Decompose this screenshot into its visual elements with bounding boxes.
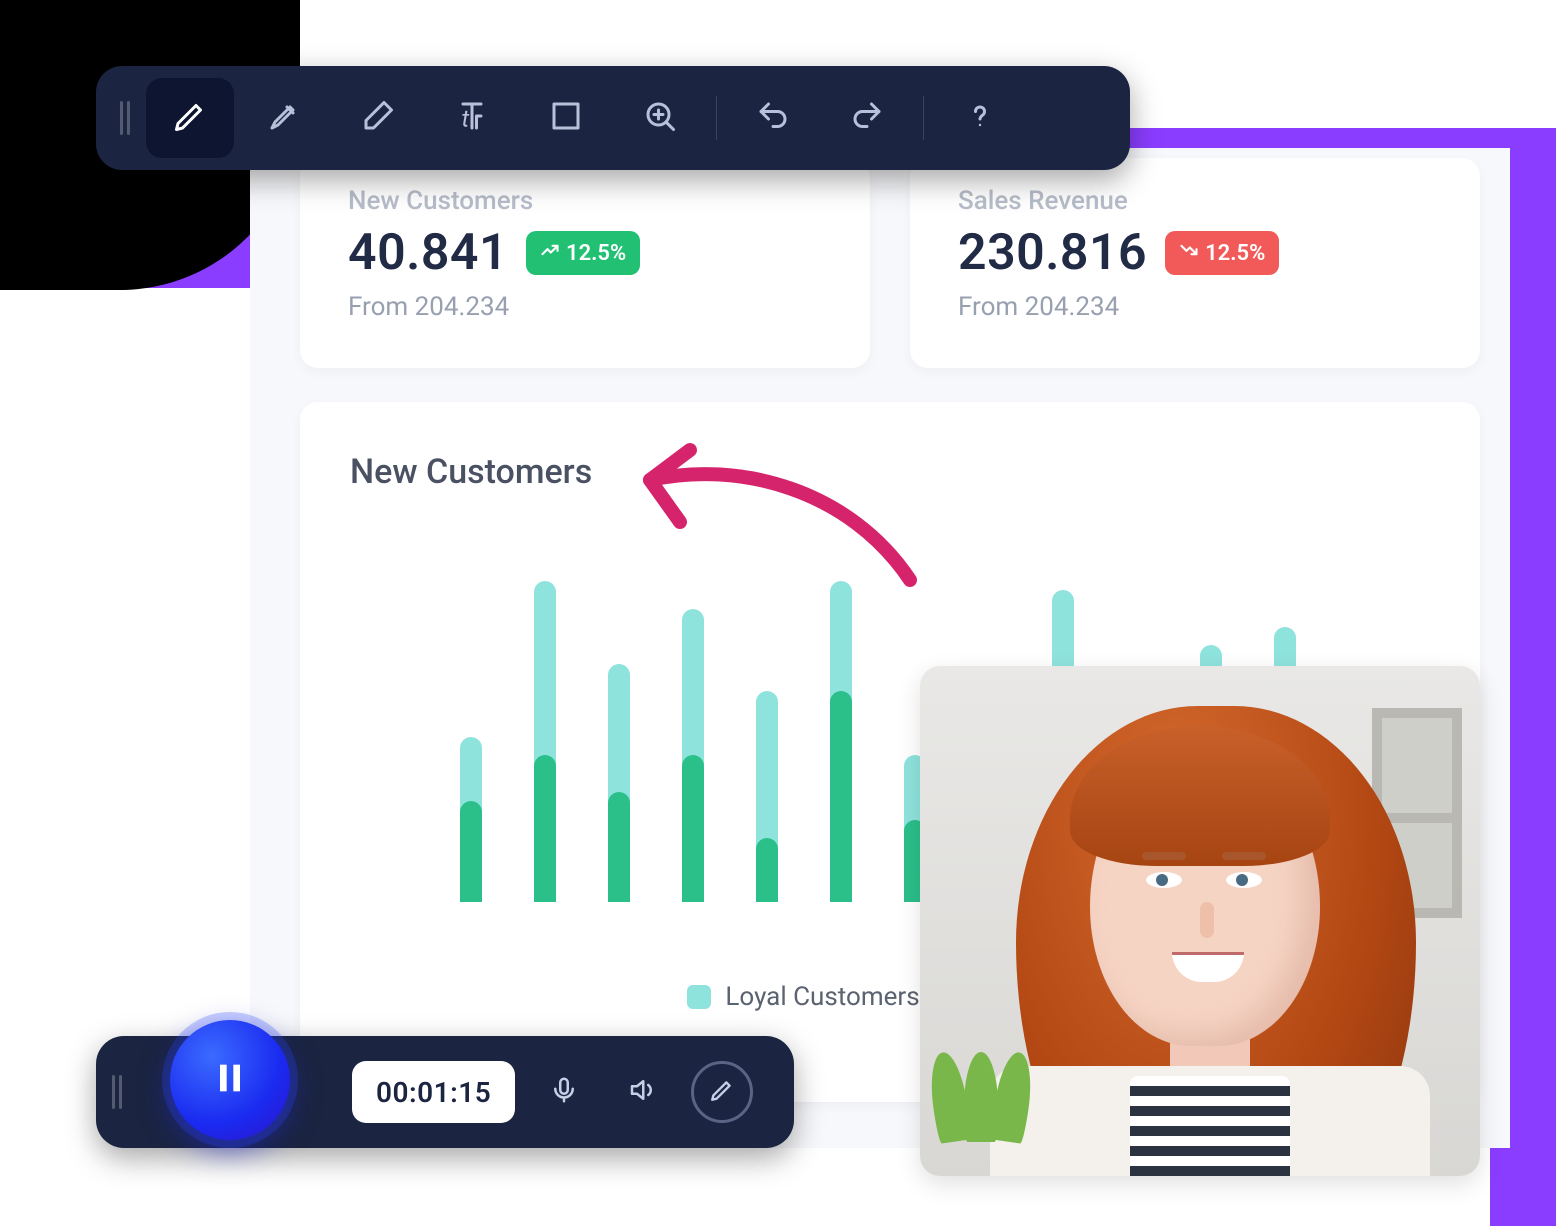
chart-bar-new <box>756 838 778 902</box>
webcam-presenter-eye <box>1146 872 1182 888</box>
chart-bar-new <box>460 801 482 902</box>
eraser-icon <box>360 98 396 138</box>
chart-title: New Customers <box>350 452 1430 492</box>
pause-icon <box>210 1058 250 1102</box>
pause-recording-button[interactable] <box>170 1020 290 1140</box>
trend-down-icon <box>1179 240 1199 266</box>
microphone-icon <box>549 1075 579 1109</box>
chart-bar-new <box>534 755 556 902</box>
kpi-from-text: From 204.234 <box>958 292 1440 322</box>
kpi-delta-badge: 12.5% <box>1165 231 1279 275</box>
eraser-tool-button[interactable] <box>334 78 422 158</box>
webcam-presenter-nose <box>1200 902 1214 938</box>
pen-tool-button[interactable] <box>146 78 234 158</box>
kpi-card-sales-revenue: Sales Revenue 230.816 12.5% From 204.234 <box>910 158 1480 368</box>
chart-bar-new <box>682 755 704 902</box>
recording-timer: 00:01:15 <box>352 1061 515 1123</box>
rectangle-tool-button[interactable] <box>522 78 610 158</box>
chart-bar-group <box>682 572 708 902</box>
toolbar-separator <box>716 96 717 140</box>
trend-up-icon <box>540 240 560 266</box>
svg-text:t: t <box>462 105 470 133</box>
webcam-presenter-brow <box>1142 852 1186 860</box>
chart-bar-group <box>534 572 560 902</box>
pen-icon <box>172 98 208 138</box>
help-icon <box>962 98 998 138</box>
redo-icon <box>849 98 885 138</box>
kpi-value: 40.841 <box>348 224 508 282</box>
kpi-value: 230.816 <box>958 224 1147 282</box>
annotate-toggle-button[interactable] <box>691 1061 753 1123</box>
webcam-presenter-eye <box>1226 872 1262 888</box>
kpi-title: Sales Revenue <box>958 186 1440 216</box>
webcam-background-plant <box>926 1052 1036 1172</box>
highlighter-tool-button[interactable] <box>240 78 328 158</box>
text-icon: t <box>454 98 490 138</box>
text-tool-button[interactable]: t <box>428 78 516 158</box>
zoom-tool-button[interactable] <box>616 78 704 158</box>
legend-item-loyal: Loyal Customers <box>687 982 919 1012</box>
speaker-icon <box>627 1075 657 1109</box>
webcam-overlay[interactable] <box>920 666 1480 1176</box>
kpi-delta: 12.5% <box>1205 241 1265 266</box>
kpi-delta: 12.5% <box>566 241 626 266</box>
microphone-button[interactable] <box>535 1063 593 1121</box>
redo-button[interactable] <box>823 78 911 158</box>
chart-bar-new <box>830 691 852 902</box>
chart-bar-group <box>460 572 486 902</box>
help-button[interactable] <box>936 78 1024 158</box>
chart-bar-group <box>756 572 782 902</box>
chart-bar-group <box>608 572 634 902</box>
kpi-card-new-customers: New Customers 40.841 12.5% From 204.234 <box>300 158 870 368</box>
kpi-title: New Customers <box>348 186 830 216</box>
chart-bar-new <box>608 792 630 902</box>
annotation-toolbar[interactable]: t <box>96 66 1130 170</box>
chart-bar-group <box>830 572 856 902</box>
highlighter-icon <box>266 98 302 138</box>
speaker-button[interactable] <box>613 1063 671 1121</box>
kpi-delta-badge: 12.5% <box>526 231 640 275</box>
undo-button[interactable] <box>729 78 817 158</box>
legend-swatch <box>687 985 711 1009</box>
webcam-presenter-brow <box>1222 852 1266 860</box>
drag-handle-icon[interactable] <box>112 1075 122 1109</box>
toolbar-separator <box>923 96 924 140</box>
annotate-icon <box>709 1077 735 1107</box>
kpi-from-text: From 204.234 <box>348 292 830 322</box>
legend-label: Loyal Customers <box>725 982 919 1012</box>
drag-handle-icon[interactable] <box>110 101 140 135</box>
zoom-icon <box>642 98 678 138</box>
undo-icon <box>755 98 791 138</box>
webcam-presenter-shirt <box>1130 1076 1290 1176</box>
rectangle-icon <box>548 98 584 138</box>
